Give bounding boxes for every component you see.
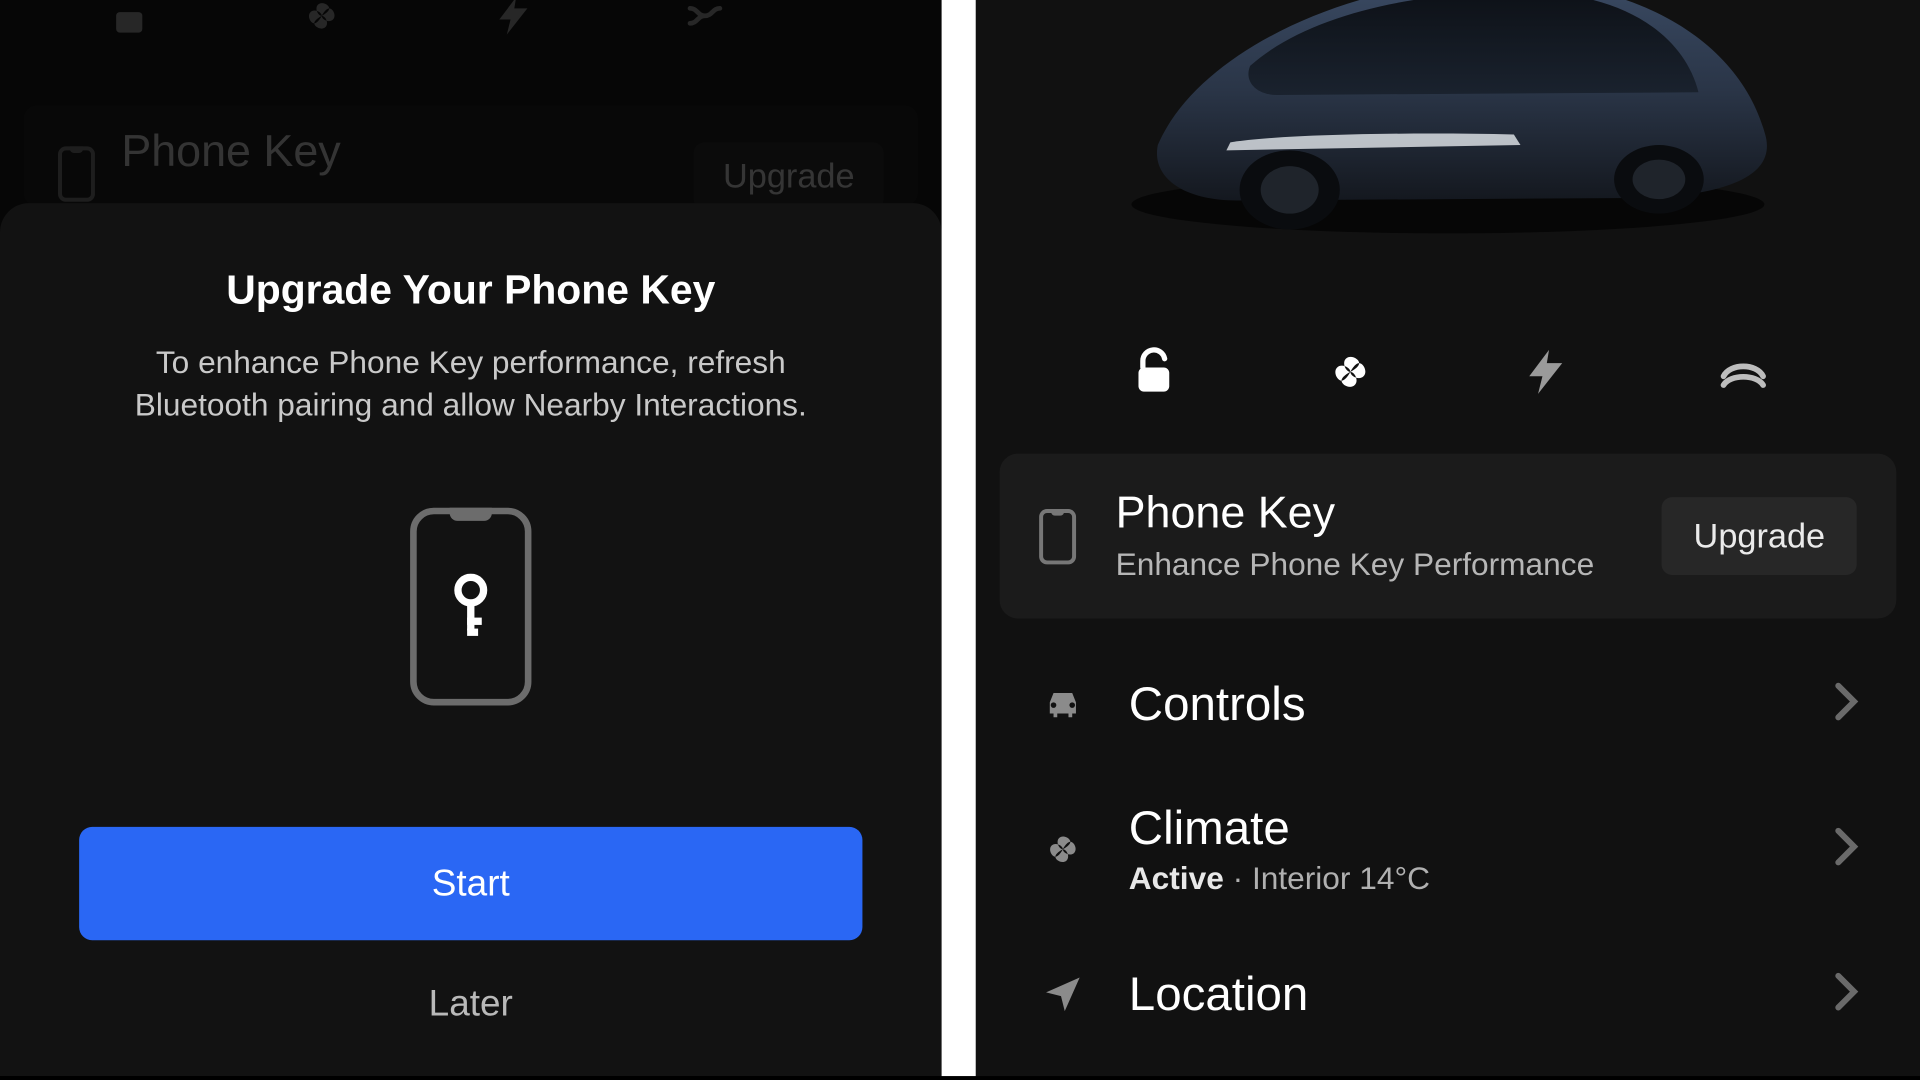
menu-location[interactable]: Location bbox=[976, 932, 1920, 1022]
start-button[interactable]: Start bbox=[79, 827, 862, 940]
vehicle-image-area bbox=[976, 0, 1920, 316]
left-screen: Phone Key Upgrade Upgrade Your Phone Key… bbox=[0, 0, 942, 1076]
lock-icon[interactable] bbox=[105, 0, 152, 40]
controls-label: Controls bbox=[1129, 676, 1306, 731]
phone-icon bbox=[58, 146, 95, 201]
key-icon bbox=[448, 573, 493, 639]
unlock-icon[interactable] bbox=[1124, 343, 1182, 401]
phone-key-illustration bbox=[410, 507, 531, 705]
later-button[interactable]: Later bbox=[429, 982, 513, 1024]
climate-detail: Interior 14°C bbox=[1252, 861, 1430, 897]
bolt-icon[interactable] bbox=[491, 0, 538, 40]
phone-key-card[interactable]: Phone Key Enhance Phone Key Performance … bbox=[1000, 454, 1897, 619]
climate-subtitle: Active · Interior 14°C bbox=[1129, 861, 1430, 898]
fan-icon bbox=[1036, 827, 1089, 872]
phone-key-subtitle: Enhance Phone Key Performance bbox=[1116, 547, 1662, 584]
frunk-icon[interactable] bbox=[1714, 343, 1772, 401]
chevron-right-icon bbox=[1833, 971, 1859, 1017]
upgrade-modal: Upgrade Your Phone Key To enhance Phone … bbox=[0, 203, 942, 1076]
location-icon bbox=[1036, 972, 1089, 1017]
climate-label: Climate bbox=[1129, 800, 1430, 855]
menu-climate[interactable]: Climate Active · Interior 14°C bbox=[976, 766, 1920, 932]
car-illustration bbox=[1079, 0, 1817, 251]
modal-body: To enhance Phone Key performance, refres… bbox=[102, 343, 840, 428]
phone-icon bbox=[1039, 508, 1076, 563]
phone-key-card-behind-modal: Phone Key Upgrade bbox=[24, 105, 918, 205]
screen-divider bbox=[942, 0, 976, 1076]
climate-status: Active bbox=[1129, 861, 1224, 897]
menu-controls[interactable]: Controls bbox=[976, 642, 1920, 766]
upgrade-button[interactable]: Upgrade bbox=[1662, 497, 1857, 575]
quick-action-row bbox=[976, 316, 1920, 453]
chevron-right-icon bbox=[1833, 681, 1859, 727]
car-icon bbox=[1036, 682, 1089, 727]
left-top-icon-row bbox=[0, 0, 942, 40]
modal-title: Upgrade Your Phone Key bbox=[79, 266, 862, 313]
fan-icon[interactable] bbox=[1321, 343, 1379, 401]
location-label: Location bbox=[1129, 967, 1308, 1022]
phone-key-title: Phone Key bbox=[121, 126, 340, 177]
vent-icon[interactable] bbox=[683, 0, 730, 40]
upgrade-pill[interactable]: Upgrade bbox=[694, 142, 884, 209]
chevron-right-icon bbox=[1833, 826, 1859, 872]
fan-icon[interactable] bbox=[298, 0, 345, 40]
right-screen: Phone Key Enhance Phone Key Performance … bbox=[976, 0, 1920, 1076]
bolt-icon[interactable] bbox=[1517, 343, 1575, 401]
phone-key-title: Phone Key bbox=[1116, 488, 1662, 539]
